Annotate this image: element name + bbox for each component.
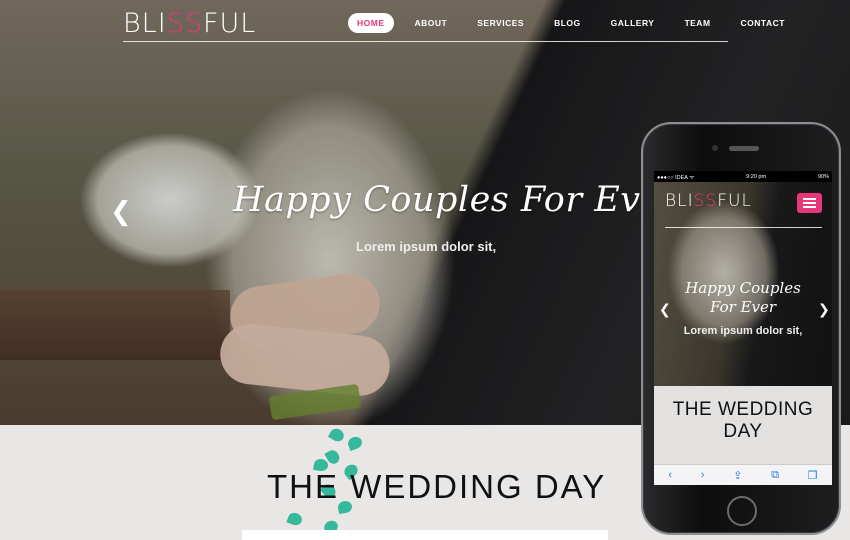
mobile-hero-subtitle: Lorem ipsum dolor sit, bbox=[683, 325, 803, 337]
nav-item-contact[interactable]: CONTACT bbox=[732, 13, 794, 33]
share-icon[interactable]: ⇪ bbox=[733, 469, 742, 482]
speaker-grille bbox=[729, 146, 759, 151]
mobile-section-title: THE WEDDING DAY bbox=[672, 399, 814, 442]
hamburger-menu-button[interactable] bbox=[797, 193, 822, 213]
browser-toolbar: ‹ › ⇪ ⧉ ❐ bbox=[654, 464, 832, 485]
mobile-logo[interactable]: BLISSFUL bbox=[665, 191, 752, 211]
tabs-icon[interactable]: ❐ bbox=[808, 469, 818, 482]
forward-icon[interactable]: › bbox=[701, 469, 705, 481]
mobile-nav-divider bbox=[665, 227, 822, 228]
phone-mockup: ●●●○○ IDEA ᯤ 9:20 pm 90% BLISSFUL ❮ ❯ Ha… bbox=[641, 122, 841, 535]
nav-item-about[interactable]: ABOUT bbox=[406, 13, 457, 33]
site-logo[interactable]: BLISSFUL bbox=[123, 8, 256, 39]
bookmarks-icon[interactable]: ⧉ bbox=[771, 469, 779, 482]
status-bar: ●●●○○ IDEA ᯤ 9:20 pm 90% bbox=[654, 171, 832, 182]
nav-item-blog[interactable]: BLOG bbox=[545, 13, 590, 33]
camera-icon bbox=[712, 145, 718, 151]
nav-divider bbox=[123, 41, 728, 42]
main-nav: HOME ABOUT SERVICES BLOG GALLERY TEAM CO… bbox=[348, 13, 806, 33]
nav-item-team[interactable]: TEAM bbox=[675, 13, 719, 33]
home-button[interactable] bbox=[727, 496, 757, 526]
section-content-card bbox=[242, 530, 608, 540]
chevron-left-icon[interactable]: ❮ bbox=[110, 196, 132, 227]
section-title: THE WEDDING DAY bbox=[267, 468, 607, 505]
hero-title: Happy Couples For Ever bbox=[233, 180, 679, 220]
back-icon[interactable]: ‹ bbox=[668, 469, 672, 481]
nav-item-gallery[interactable]: GALLERY bbox=[602, 13, 664, 33]
phone-screen: ●●●○○ IDEA ᯤ 9:20 pm 90% BLISSFUL ❮ ❯ Ha… bbox=[654, 171, 832, 485]
hero-subtitle: Lorem ipsum dolor sit, bbox=[356, 239, 497, 254]
mobile-hero-title: Happy Couples For Ever bbox=[685, 279, 801, 316]
nav-item-home[interactable]: HOME bbox=[348, 13, 394, 33]
nav-item-services[interactable]: SERVICES bbox=[468, 13, 533, 33]
